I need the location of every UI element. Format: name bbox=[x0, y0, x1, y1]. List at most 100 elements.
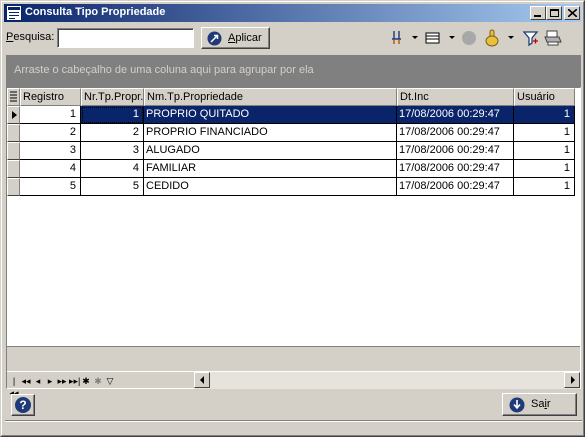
next-record-icon[interactable]: ▸ bbox=[45, 375, 55, 387]
current-row-icon bbox=[12, 111, 17, 119]
row-indicator[interactable] bbox=[7, 178, 20, 196]
cell-nr[interactable]: 5 bbox=[81, 178, 144, 196]
first-page-icon[interactable]: |◂◂ bbox=[9, 375, 19, 398]
cell-nome[interactable]: FAMILIAR bbox=[144, 160, 397, 178]
cell-nome[interactable]: ALUGADO bbox=[144, 142, 397, 160]
cell-nr[interactable]: 2 bbox=[81, 124, 144, 142]
columns-list-icon bbox=[10, 91, 17, 102]
cell-registro[interactable]: 5 bbox=[20, 178, 81, 196]
maximize-button[interactable] bbox=[546, 6, 562, 20]
exit-button[interactable]: Sair bbox=[502, 393, 577, 416]
chevron-down-icon bbox=[449, 36, 455, 39]
apply-icon bbox=[207, 31, 222, 46]
chevron-down-icon bbox=[508, 36, 514, 39]
prev-page-icon[interactable]: ◂◂ bbox=[21, 375, 31, 387]
cell-dt-inc[interactable]: 17/08/2006 00:29:47 bbox=[397, 178, 514, 196]
filter-icon bbox=[522, 31, 539, 47]
cell-dt-inc[interactable]: 17/08/2006 00:29:47 bbox=[397, 124, 514, 142]
insert-icon[interactable]: ✱ bbox=[81, 375, 91, 387]
column-customize-button[interactable] bbox=[7, 88, 20, 106]
cell-usuario[interactable]: 1 bbox=[514, 160, 575, 178]
record-icon bbox=[462, 31, 476, 45]
window-title: Consulta Tipo Propriedade bbox=[25, 6, 166, 18]
scroll-left-button[interactable] bbox=[194, 372, 210, 388]
print-button[interactable] bbox=[544, 28, 562, 48]
last-record-icon[interactable]: ▸▸| bbox=[69, 375, 80, 387]
hand-tool-button[interactable] bbox=[484, 28, 518, 48]
minimize-icon bbox=[534, 15, 541, 17]
cell-usuario[interactable]: 1 bbox=[514, 142, 575, 160]
data-grid[interactable]: Registro Nr.Tp.Propr. Nm.Tp.Propriedade … bbox=[6, 87, 581, 398]
cell-nr[interactable]: 4 bbox=[81, 160, 144, 178]
cell-usuario[interactable]: 1 bbox=[514, 106, 575, 124]
maximize-icon bbox=[550, 9, 559, 17]
table-row[interactable]: 1 1 PROPRIO QUITADO 17/08/2006 00:29:47 … bbox=[7, 106, 580, 124]
minimize-button[interactable] bbox=[530, 6, 546, 20]
exit-label: Sair bbox=[531, 398, 551, 410]
cell-registro[interactable]: 3 bbox=[20, 142, 81, 160]
arrow-left-icon bbox=[200, 376, 204, 384]
close-icon bbox=[568, 9, 577, 17]
column-chooser-button[interactable] bbox=[390, 28, 418, 48]
cell-dt-inc[interactable]: 17/08/2006 00:29:47 bbox=[397, 106, 514, 124]
delete-icon[interactable]: ✱ bbox=[93, 375, 103, 387]
cell-nr[interactable]: 1 bbox=[81, 106, 144, 124]
column-header-nr-tp-propr[interactable]: Nr.Tp.Propr. bbox=[81, 88, 144, 106]
grid-body: Registro Nr.Tp.Propr. Nm.Tp.Propriedade … bbox=[7, 88, 580, 346]
close-button[interactable] bbox=[564, 6, 580, 20]
row-indicator[interactable] bbox=[7, 160, 20, 178]
cell-dt-inc[interactable]: 17/08/2006 00:29:47 bbox=[397, 142, 514, 160]
table-row[interactable]: 3 3 ALUGADO 17/08/2006 00:29:47 1 bbox=[7, 142, 580, 160]
filter-button[interactable] bbox=[522, 28, 540, 48]
help-button[interactable]: ? bbox=[11, 394, 35, 416]
table-row[interactable]: 4 4 FAMILIAR 17/08/2006 00:29:47 1 bbox=[7, 160, 580, 178]
print-icon bbox=[544, 30, 562, 46]
help-icon: ? bbox=[15, 397, 31, 413]
apply-label: Aplicar bbox=[228, 32, 262, 44]
cell-usuario[interactable]: 1 bbox=[514, 124, 575, 142]
cell-nr[interactable]: 3 bbox=[81, 142, 144, 160]
band-layout-icon bbox=[425, 32, 440, 44]
apply-button[interactable]: Aplicar bbox=[201, 27, 270, 49]
row-indicator[interactable] bbox=[7, 124, 20, 142]
scroll-right-button[interactable] bbox=[564, 372, 580, 388]
cell-usuario[interactable]: 1 bbox=[514, 178, 575, 196]
search-label: Pesquisa: bbox=[6, 31, 55, 43]
search-input[interactable] bbox=[57, 28, 194, 48]
form-icon[interactable] bbox=[6, 5, 22, 21]
column-header-registro[interactable]: Registro bbox=[20, 88, 81, 106]
table-row[interactable]: 2 2 PROPRIO FINANCIADO 17/08/2006 00:29:… bbox=[7, 124, 580, 142]
horizontal-scrollbar[interactable] bbox=[194, 372, 580, 389]
cell-nome[interactable]: PROPRIO FINANCIADO bbox=[144, 124, 397, 142]
group-by-hint: Arraste o cabeçalho de uma coluna aqui p… bbox=[14, 64, 314, 76]
app-window: Consulta Tipo Propriedade Pesquisa: Apli… bbox=[0, 0, 585, 437]
prev-record-icon[interactable]: ◂ bbox=[33, 375, 43, 387]
grid-footer-panel bbox=[7, 346, 580, 371]
group-by-panel[interactable]: Arraste o cabeçalho de uma coluna aqui p… bbox=[6, 55, 581, 87]
cell-registro[interactable]: 2 bbox=[20, 124, 81, 142]
svg-text:?: ? bbox=[19, 398, 26, 412]
filter-icon[interactable]: ▽ bbox=[105, 375, 115, 387]
cell-registro[interactable]: 1 bbox=[20, 106, 81, 124]
exit-icon bbox=[509, 397, 525, 413]
cell-nome[interactable]: PROPRIO QUITADO bbox=[144, 106, 397, 124]
navigator-buttons: |◂◂ ◂◂ ◂ ▸ ▸▸ ▸▸| ✱ ✱ ▽ bbox=[7, 372, 149, 398]
column-header-usuario[interactable]: Usuário bbox=[514, 88, 575, 106]
record-button[interactable] bbox=[461, 28, 479, 48]
cell-registro[interactable]: 4 bbox=[20, 160, 81, 178]
column-header-nm-tp-propriedade[interactable]: Nm.Tp.Propriedade bbox=[144, 88, 397, 106]
chevron-down-icon bbox=[412, 36, 418, 39]
table-row[interactable]: 5 5 CEDIDO 17/08/2006 00:29:47 1 bbox=[7, 178, 580, 196]
arrow-right-icon bbox=[571, 376, 575, 384]
cell-dt-inc[interactable]: 17/08/2006 00:29:47 bbox=[397, 160, 514, 178]
next-page-icon[interactable]: ▸▸ bbox=[57, 375, 67, 387]
column-chooser-icon bbox=[392, 31, 401, 44]
band-layout-button[interactable] bbox=[425, 28, 455, 48]
row-indicator[interactable] bbox=[7, 106, 20, 124]
row-indicator[interactable] bbox=[7, 142, 20, 160]
column-header-dt-inc[interactable]: Dt.Inc bbox=[397, 88, 514, 106]
hand-tool-icon bbox=[485, 29, 499, 47]
title-bar[interactable]: Consulta Tipo Propriedade bbox=[4, 4, 581, 22]
cell-nome[interactable]: CEDIDO bbox=[144, 178, 397, 196]
status-bar bbox=[5, 420, 582, 434]
